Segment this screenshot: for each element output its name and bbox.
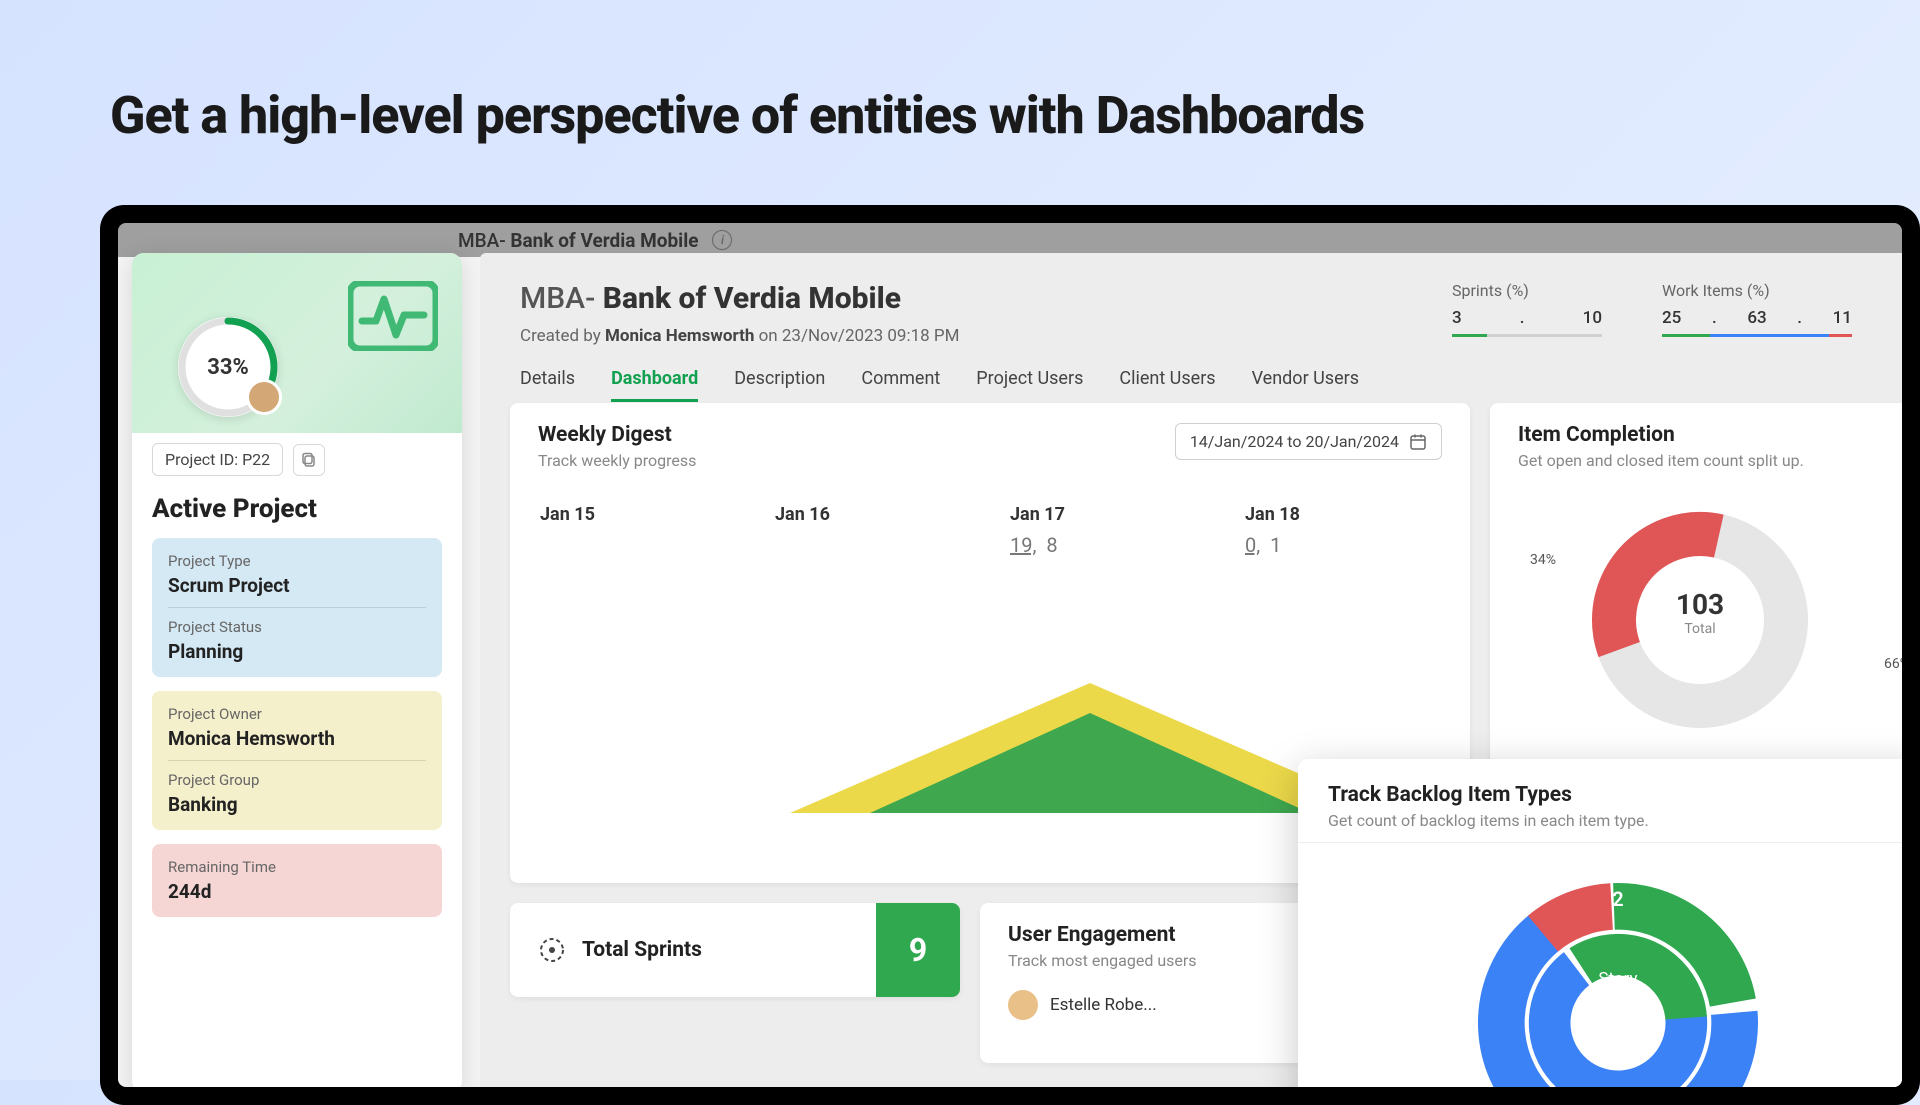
group-value: Banking (168, 793, 426, 816)
work-c: 11 (1833, 308, 1852, 328)
day-values: 0, 1 (1245, 533, 1440, 557)
donut-total: 103 (1676, 588, 1724, 621)
project-sidebar: 33% Project ID: P22 Active Project (132, 253, 462, 1087)
work-b: 63 (1747, 308, 1766, 328)
tab-project-users[interactable]: Project Users (976, 368, 1083, 402)
card-project-owner: Project Owner Monica Hemsworth Project G… (152, 691, 442, 830)
created-by: Monica Hemsworth (605, 326, 754, 346)
bg-title-prefix: MBA- (458, 229, 510, 252)
title-name: Bank of Verdia Mobile (603, 281, 901, 316)
tab-client-users[interactable]: Client Users (1119, 368, 1215, 402)
day-values: 19, 8 (1010, 533, 1205, 557)
copy-button[interactable] (293, 444, 325, 476)
backlog-story-label: Story (1598, 969, 1637, 989)
group-label: Project Group (168, 771, 426, 789)
main-title: MBA- Bank of Verdia Mobile (520, 281, 1452, 316)
day-column: Jan 15 (520, 494, 755, 567)
user-name: Estelle Robe... (1050, 995, 1157, 1015)
card-remaining-time: Remaining Time 244d (152, 844, 442, 917)
metric-work-items: Work Items (%) 25 . 63 . 11 (1662, 281, 1852, 346)
page-title: Get a high-level perspective of entities… (110, 85, 1364, 146)
weekly-day-row: Jan 15 Jan 16 Jan 17 19, 8 Jan 18 0, 1 (510, 480, 1470, 581)
widget-total-sprints: Total Sprints 9 (510, 903, 960, 997)
tab-dashboard[interactable]: Dashboard (611, 368, 698, 402)
day-label: Jan 18 (1245, 504, 1440, 525)
sprints-label: Sprints (%) (1452, 281, 1602, 300)
status-label: Project Status (168, 618, 426, 636)
avatar (246, 379, 282, 415)
sidebar-header: 33% (132, 253, 462, 433)
metric-sprints: Sprints (%) 3 . 10 (1452, 281, 1602, 346)
day-label: Jan 15 (540, 504, 735, 525)
created-by-line: Created by Monica Hemsworth on 23/Nov/20… (520, 326, 1452, 346)
status-value: Planning (168, 640, 426, 663)
time-label: Remaining Time (168, 858, 426, 876)
day-column: Jan 16 (755, 494, 990, 567)
day-label: Jan 17 (1010, 504, 1205, 525)
tabs: Details Dashboard Description Comment Projec… (480, 346, 1902, 403)
metric-dot: . (1712, 308, 1717, 328)
created-prefix: Created by (520, 326, 605, 346)
owner-label: Project Owner (168, 705, 426, 723)
background-header: MBA- Bank of Verdia Mobile i (118, 223, 1902, 257)
info-icon[interactable]: i (712, 230, 732, 250)
pulse-icon (348, 281, 438, 351)
metric-dot: . (1797, 308, 1802, 328)
type-value: Scrum Project (168, 574, 426, 597)
work-a: 25 (1662, 308, 1681, 328)
widget-backlog-types: Track Backlog Item Types Get count of ba… (1298, 759, 1902, 1087)
weekly-title: Weekly Digest (538, 423, 696, 447)
bg-title-name: Bank of Verdia Mobile (510, 229, 698, 252)
total-sprints-label: Total Sprints (582, 938, 702, 962)
tab-details[interactable]: Details (520, 368, 575, 402)
time-value: 244d (168, 880, 426, 903)
sprints-a: 3 (1452, 308, 1462, 328)
backlog-sub: Get count of backlog items in each item … (1328, 811, 1902, 830)
day-label: Jan 16 (775, 504, 970, 525)
tab-description[interactable]: Description (734, 368, 825, 402)
item-comp-title: Item Completion (1518, 423, 1804, 447)
copy-icon (301, 452, 317, 468)
type-label: Project Type (168, 552, 426, 570)
calendar-icon (1409, 433, 1427, 451)
slice-a-label: 34% (1530, 552, 1556, 568)
slice-b-label: 66% (1884, 656, 1902, 672)
app-screen: MBA- Bank of Verdia Mobile i 33% (118, 223, 1902, 1087)
sprints-b: 10 (1583, 308, 1602, 328)
day-column: Jan 18 0, 1 (1225, 494, 1460, 567)
device-frame: MBA- Bank of Verdia Mobile i 33% (100, 205, 1920, 1105)
total-sprints-value: 9 (876, 903, 960, 997)
backlog-title: Track Backlog Item Types (1328, 783, 1902, 807)
tab-vendor-users[interactable]: Vendor Users (1252, 368, 1359, 402)
date-range-text: 14/Jan/2024 to 20/Jan/2024 (1190, 432, 1399, 451)
item-comp-sub: Get open and closed item count split up. (1518, 451, 1804, 470)
backlog-num-2: 2 (1612, 887, 1623, 911)
donut-total-label: Total (1676, 621, 1724, 637)
metric-dot: . (1520, 308, 1525, 328)
card-project-type: Project Type Scrum Project Project Statu… (152, 538, 442, 677)
title-prefix: MBA- (520, 281, 603, 316)
day-column: Jan 17 19, 8 (990, 494, 1225, 567)
owner-value: Monica Hemsworth (168, 727, 426, 750)
weekly-sub: Track weekly progress (538, 451, 696, 470)
progress-ring: 33% (178, 317, 278, 417)
created-on: on 23/Nov/2023 09:18 PM (754, 326, 959, 346)
sprint-icon (538, 936, 566, 964)
active-project-heading: Active Project (152, 494, 442, 524)
backlog-num-1: 1 (1406, 961, 1417, 985)
date-range-picker[interactable]: 14/Jan/2024 to 20/Jan/2024 (1175, 423, 1442, 460)
user-avatar (1008, 990, 1038, 1020)
project-id-chip: Project ID: P22 (152, 443, 283, 476)
work-label: Work Items (%) (1662, 281, 1852, 300)
tab-comment[interactable]: Comment (861, 368, 940, 402)
